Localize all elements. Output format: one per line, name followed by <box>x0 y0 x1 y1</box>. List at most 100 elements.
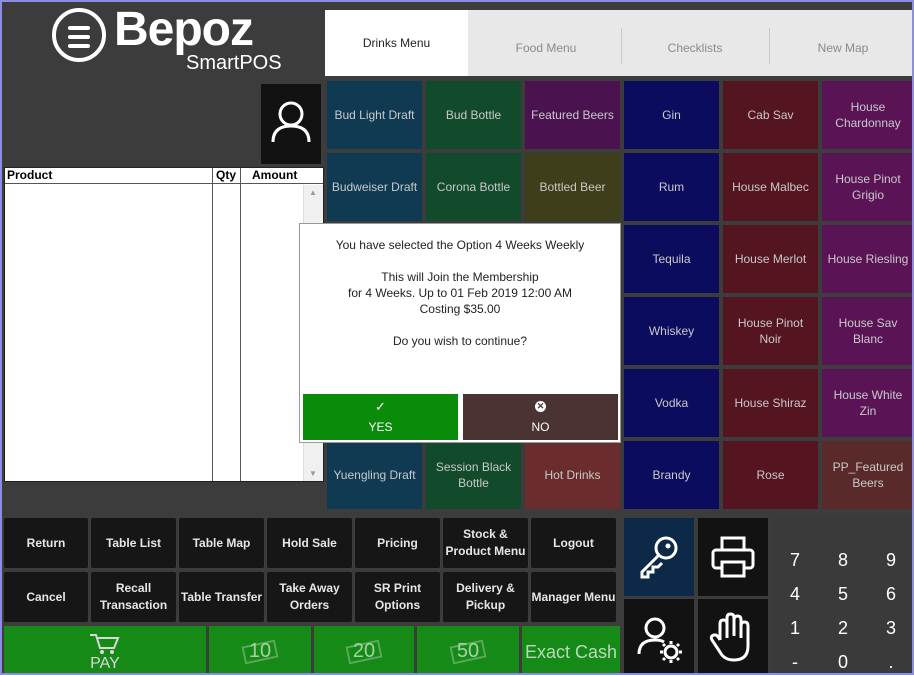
item-button[interactable]: Session Black Bottle <box>426 441 521 509</box>
function-button[interactable]: Hold Sale <box>267 518 352 568</box>
item-button[interactable]: Hot Drinks <box>525 441 620 509</box>
numpad-key[interactable]: 9 <box>868 544 912 576</box>
item-button[interactable]: Rum <box>624 153 719 221</box>
item-button[interactable]: PP_Featured Beers <box>822 441 912 509</box>
print-button[interactable] <box>698 518 768 596</box>
user-settings-button[interactable] <box>624 599 694 673</box>
check-icon: ✓ <box>375 399 386 414</box>
numpad-key[interactable]: 5 <box>820 578 866 610</box>
function-button[interactable]: SR Print Options <box>355 572 440 622</box>
function-button[interactable]: Manager Menu <box>531 572 616 622</box>
function-button[interactable]: Take Away Orders <box>267 572 352 622</box>
cash-50-button[interactable]: 50 <box>417 626 519 673</box>
numpad-key[interactable]: 3 <box>868 612 912 644</box>
item-button[interactable]: House Sav Blanc <box>822 297 912 365</box>
item-button[interactable]: Corona Bottle <box>426 153 521 221</box>
tab-drinks-menu[interactable]: Drinks Menu <box>325 10 468 76</box>
header-amount: Amount <box>252 168 298 182</box>
item-button[interactable]: Bottled Beer <box>525 153 620 221</box>
numpad-key[interactable]: . <box>868 646 912 673</box>
item-button[interactable]: Whiskey <box>624 297 719 365</box>
function-button[interactable]: Table List <box>91 518 176 568</box>
item-button[interactable]: Bud Light Draft <box>327 81 422 149</box>
menu-tabs: Drinks Menu Food Menu Checklists New Map <box>325 10 912 76</box>
close-circle-icon: ✕ <box>535 400 546 412</box>
function-button[interactable]: Table Transfer <box>179 572 264 622</box>
cash-20-button[interactable]: 20 <box>314 626 414 673</box>
dialog-line-4: Costing $35.00 <box>419 302 501 316</box>
user-icon <box>271 101 311 143</box>
cart-icon <box>90 633 120 654</box>
numpad: 789 456 123 -0. <box>772 518 912 673</box>
function-button[interactable]: Cancel <box>4 572 88 622</box>
item-button[interactable]: Yuengling Draft <box>327 441 422 509</box>
product-list[interactable]: Product Qty Amount ▲ ▼ <box>4 167 324 482</box>
pay-button[interactable]: PAY <box>4 626 206 673</box>
tab-food-menu[interactable]: Food Menu <box>471 20 621 76</box>
numpad-key[interactable]: 7 <box>772 544 818 576</box>
cash-50-label: 50 <box>456 640 480 662</box>
no-label: NO <box>531 419 550 434</box>
key-icon <box>640 536 678 579</box>
hold-hand-button[interactable] <box>698 599 768 673</box>
user-settings-icon <box>637 617 682 663</box>
brand-sub: SmartPOS <box>186 52 282 74</box>
pos-window: Bepoz SmartPOS Drinks Menu Food Menu Che… <box>0 0 914 675</box>
item-button[interactable]: Rose <box>723 441 818 509</box>
item-button[interactable]: Brandy <box>624 441 719 509</box>
function-button[interactable]: Return <box>4 518 88 568</box>
item-button[interactable]: Tequila <box>624 225 719 293</box>
hand-icon <box>709 612 750 662</box>
item-button[interactable]: Cab Sav <box>723 81 818 149</box>
printer-icon <box>711 536 755 578</box>
function-button[interactable]: Delivery & Pickup <box>443 572 528 622</box>
cash-10-label: 10 <box>248 640 272 662</box>
item-button[interactable]: Bud Bottle <box>426 81 521 149</box>
dialog-line-1: You have selected the Option 4 Weeks Wee… <box>335 238 585 252</box>
numpad-key[interactable]: 2 <box>820 612 866 644</box>
numpad-key[interactable]: 6 <box>868 578 912 610</box>
confirm-dialog: You have selected the Option 4 Weeks Wee… <box>299 223 621 443</box>
item-button[interactable]: House Pinot Grigio <box>822 153 912 221</box>
item-button[interactable]: House White Zin <box>822 369 912 437</box>
function-button[interactable]: Table Map <box>179 518 264 568</box>
numpad-key[interactable]: 8 <box>820 544 866 576</box>
numpad-key[interactable]: 4 <box>772 578 818 610</box>
item-button[interactable]: Vodka <box>624 369 719 437</box>
item-button[interactable]: House Chardonnay <box>822 81 912 149</box>
dialog-line-5: Do you wish to continue? <box>392 334 528 348</box>
dialog-line-3: for 4 Weeks. Up to 01 Feb 2019 12:00 AM <box>348 286 572 300</box>
item-button[interactable]: House Merlot <box>723 225 818 293</box>
function-button[interactable]: Recall Transaction <box>91 572 176 622</box>
numpad-key[interactable]: - <box>772 646 818 673</box>
item-button[interactable]: Featured Beers <box>525 81 620 149</box>
dialog-line-2: This will Join the Membership <box>381 270 539 284</box>
item-button[interactable]: House Shiraz <box>723 369 818 437</box>
cash-20-label: 20 <box>352 640 376 662</box>
tab-new-map[interactable]: New Map <box>770 20 912 76</box>
function-button[interactable]: Logout <box>531 518 616 568</box>
brand-logo: Bepoz SmartPOS <box>52 3 282 78</box>
key-button[interactable] <box>624 518 694 596</box>
brand-name: Bepoz <box>114 3 254 56</box>
tab-checklists[interactable]: Checklists <box>622 20 768 76</box>
user-button[interactable] <box>261 84 321 164</box>
cash-10-button[interactable]: 10 <box>209 626 311 673</box>
numpad-key[interactable]: 1 <box>772 612 818 644</box>
item-button[interactable]: Gin <box>624 81 719 149</box>
pay-label: PAY <box>90 654 120 672</box>
header-product: Product <box>7 168 53 182</box>
exact-cash-button[interactable]: Exact Cash <box>522 626 620 673</box>
yes-label: YES <box>368 420 393 434</box>
item-button[interactable]: Budweiser Draft <box>327 153 422 221</box>
numpad-key[interactable]: 0 <box>820 646 866 673</box>
item-button[interactable]: House Riesling <box>822 225 912 293</box>
yes-button[interactable]: ✓ YES <box>303 394 458 440</box>
function-button[interactable]: Pricing <box>355 518 440 568</box>
function-button[interactable]: Stock & Product Menu <box>443 518 528 568</box>
hamburger-icon[interactable] <box>52 8 106 62</box>
no-button[interactable]: ✕ NO <box>463 394 618 440</box>
item-button[interactable]: House Malbec <box>723 153 818 221</box>
item-button[interactable]: House Pinot Noir <box>723 297 818 365</box>
product-list-header: Product Qty Amount <box>5 168 323 184</box>
